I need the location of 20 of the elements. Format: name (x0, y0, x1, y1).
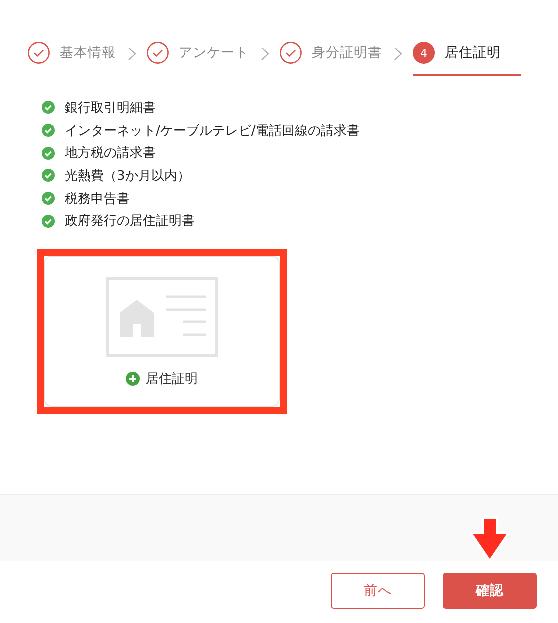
house-document-icon (106, 277, 218, 358)
upload-label: 居住証明 (146, 371, 198, 388)
chevron-icon (394, 47, 403, 61)
step-number: 4 (413, 42, 435, 64)
document-item: 政府発行の居住証明書 (65, 213, 195, 230)
plus-circle-icon (126, 372, 140, 386)
document-item: 地方税の請求書 (65, 145, 156, 162)
step-tab[interactable]: 4 居住証明 (413, 32, 521, 76)
document-item: 銀行取引明細書 (65, 100, 156, 117)
chevron-icon (261, 47, 270, 61)
step-tab[interactable]: アンケート (147, 32, 249, 76)
upload-card[interactable]: 居住証明 (44, 256, 280, 408)
step-tab[interactable]: 基本情報 (28, 32, 116, 76)
back-button[interactable]: 前へ (331, 573, 425, 609)
confirm-button[interactable]: 確認 (443, 573, 537, 609)
step-tab[interactable]: 身分証明書 (280, 32, 382, 76)
document-item: 税務申告書 (65, 190, 130, 208)
document-item: インターネット/ケーブルテレビ/電話回線の請求書 (65, 122, 360, 140)
document-item: 光熱費（3か月以内） (65, 168, 190, 185)
chevron-icon (128, 47, 137, 61)
